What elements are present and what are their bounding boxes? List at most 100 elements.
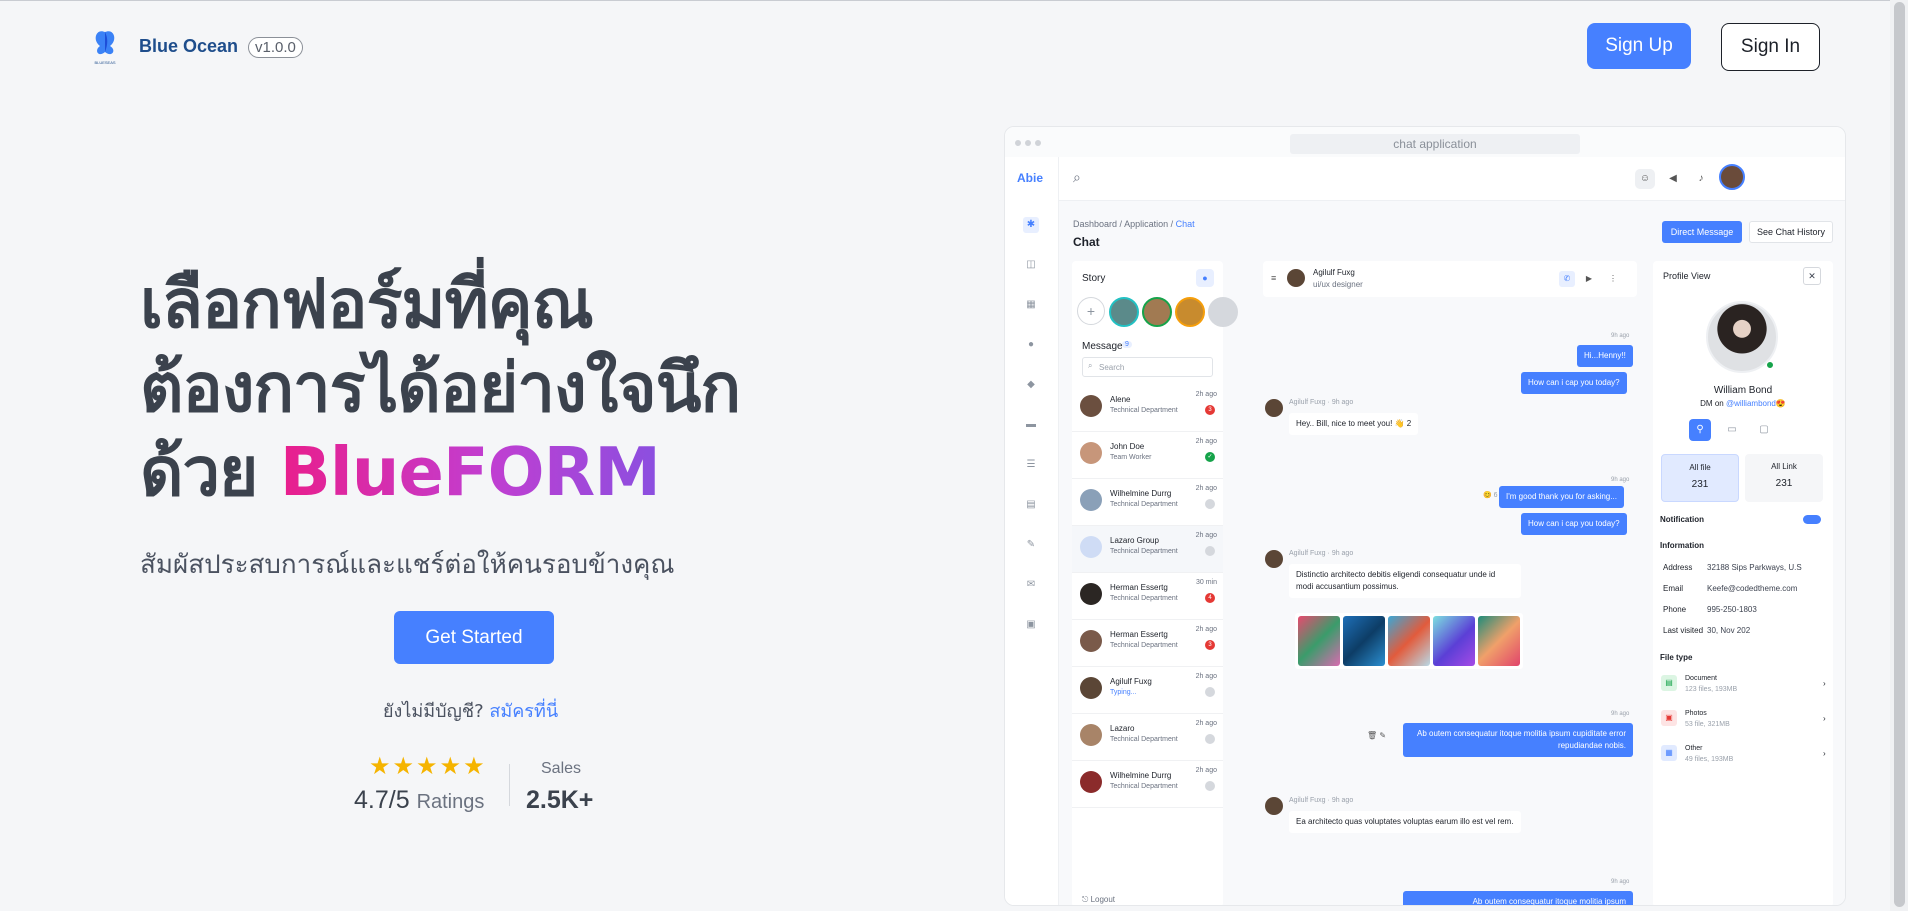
get-started-button[interactable]: Get Started	[394, 611, 554, 664]
contact-role: Technical Department	[1110, 783, 1178, 790]
window-dot	[1015, 140, 1021, 146]
scrollbar-thumb[interactable]	[1894, 2, 1905, 907]
photo-icon: ▣	[1661, 710, 1677, 726]
status-badge	[1205, 687, 1215, 697]
window-dot	[1035, 140, 1041, 146]
message-bubble: Ab outem consequatur itoque molitia ipsu…	[1403, 723, 1633, 757]
contact-time: 2h ago	[1195, 391, 1217, 398]
top-border	[0, 0, 1908, 1]
info-key: Last visited	[1663, 626, 1704, 635]
breadcrumb-application: Application	[1124, 219, 1169, 229]
chat-user-role: ui/ux designer	[1313, 280, 1363, 289]
hero-title-line3: ด้วย BlueFORM	[140, 430, 860, 514]
breadcrumb-separator: /	[1170, 219, 1174, 229]
file-type-size: 49 files, 193MB	[1685, 756, 1734, 763]
message-bubble: Hi...Henny!!	[1577, 345, 1633, 367]
list-item: Lazaro Group Technical Department 2h ago	[1072, 526, 1223, 573]
message-time: 9h ago	[1331, 550, 1354, 557]
contact-name: Wilhelmine Durrg	[1110, 771, 1172, 780]
contact-panel: Story ● + Message 9 ⌕ Search Alene Technic…	[1072, 261, 1238, 905]
brand-name[interactable]: Blue Ocean	[139, 36, 238, 57]
contact-role: Typing...	[1110, 689, 1137, 696]
megaphone-icon: ◀	[1669, 173, 1677, 184]
contact-name: Wilhelmine Durrg	[1110, 489, 1172, 498]
chevron-right-icon: ›	[1823, 679, 1826, 688]
profile-name: William Bond	[1713, 385, 1773, 396]
contact-time: 2h ago	[1195, 720, 1217, 727]
message-bubble: Distinctio architecto debitis eligendi c…	[1289, 564, 1521, 598]
file-type-size: 123 files, 193MB	[1685, 686, 1738, 693]
status-badge	[1205, 499, 1215, 509]
message-time: 9h ago	[1611, 879, 1630, 885]
contact-role: Technical Department	[1110, 407, 1178, 414]
sender-name-text: Agilulf Fuxg	[1289, 797, 1326, 804]
avatar	[1265, 797, 1283, 815]
profile-title: Profile View	[1663, 271, 1711, 281]
story-avatar	[1142, 297, 1172, 327]
unread-badge: 4	[1205, 593, 1215, 603]
breadcrumb-separator: /	[1119, 219, 1123, 229]
hero-title-line1: เลือกฟอร์มที่คุณ	[140, 265, 594, 343]
sign-up-button[interactable]: Sign Up	[1587, 23, 1691, 69]
contact-name: Lazaro Group	[1110, 536, 1159, 545]
profile-panel: Profile View ✕ William Bond DM on @willi…	[1653, 261, 1833, 905]
gallery-image	[1478, 616, 1520, 666]
contact-name: Herman Essertg	[1110, 630, 1168, 639]
mail-icon: ✉	[1026, 579, 1036, 590]
chat-window: ≡ Agilulf Fuxg ui/ux designer ✆ ▶ ⋮ 9h a…	[1263, 261, 1647, 905]
message-time: 9h ago	[1611, 333, 1630, 339]
message-time: 9h ago	[1611, 711, 1630, 717]
avatar	[1080, 677, 1102, 699]
contact-name: Agilulf Fuxg	[1110, 677, 1152, 686]
file-type-name: Other	[1685, 745, 1703, 752]
emoji-icon: ☺	[1635, 169, 1655, 189]
app-topbar: ⌕ ☺ ◀ ♪	[1059, 157, 1845, 201]
online-indicator	[1766, 361, 1774, 369]
avatar	[1265, 550, 1283, 568]
breadcrumb: Dashboard / Application / Chat	[1073, 219, 1195, 229]
blue-ocean-logo[interactable]: BLUESEAS	[90, 28, 120, 66]
avatar	[1080, 442, 1102, 464]
avatar	[1080, 489, 1102, 511]
contact-role: Technical Department	[1110, 595, 1178, 602]
info-key: Address	[1663, 563, 1693, 572]
story-avatar	[1208, 297, 1238, 327]
contact-name: Lazaro	[1110, 724, 1135, 733]
reaction-badge: 👋 2	[1394, 419, 1412, 428]
unread-badge: 3	[1205, 640, 1215, 650]
document-icon: ▤	[1026, 499, 1036, 510]
hero-title-highlight: BlueFORM	[279, 433, 661, 511]
read-badge: ✓	[1205, 452, 1215, 462]
folder-icon: ▦	[1661, 745, 1677, 761]
all-link-label: All Link	[1771, 462, 1797, 471]
list-item: Lazaro Technical Department 2h ago	[1072, 714, 1223, 761]
register-link[interactable]: สมัครที่นี่	[489, 701, 558, 722]
all-file-count: 231	[1691, 479, 1709, 490]
card-icon: ▬	[1026, 419, 1036, 430]
story-avatar	[1109, 297, 1139, 327]
search-icon: ⌕	[1088, 361, 1093, 370]
sender-name-text: Agilulf Fuxg	[1289, 399, 1326, 406]
contact-role: Technical Department	[1110, 642, 1178, 649]
story-title: Story	[1082, 273, 1106, 284]
contact-role: Team Worker	[1110, 454, 1152, 461]
stack-icon: ☰	[1026, 459, 1036, 470]
browser-bar: chat application	[1005, 127, 1845, 157]
info-value: 995-250-1803	[1707, 605, 1757, 614]
contact-time: 2h ago	[1195, 673, 1217, 680]
gallery-image	[1298, 616, 1340, 666]
sign-in-button[interactable]: Sign In	[1721, 23, 1820, 71]
chat-icon: ▢	[1759, 424, 1769, 435]
breadcrumb-chat: Chat	[1175, 219, 1195, 229]
contact-name: Alene	[1110, 395, 1131, 404]
chat-app-preview: chat application Abie ✱ ◫ ▦ ● ◆ ▬ ☰ ▤ ✎ …	[1004, 126, 1846, 906]
avatar	[1080, 724, 1102, 746]
unread-badge: 3	[1205, 405, 1215, 415]
message-time: 9h ago	[1331, 797, 1354, 804]
notification-toggle	[1803, 515, 1821, 524]
message-bubble: Hey.. Bill, nice to meet you! 👋 2	[1289, 413, 1419, 435]
layers-icon: ◫	[1026, 259, 1036, 270]
page-scrollbar[interactable]	[1890, 0, 1908, 911]
logout-link: ⎋ Logout	[1082, 895, 1116, 904]
information-label: Information	[1660, 541, 1704, 550]
